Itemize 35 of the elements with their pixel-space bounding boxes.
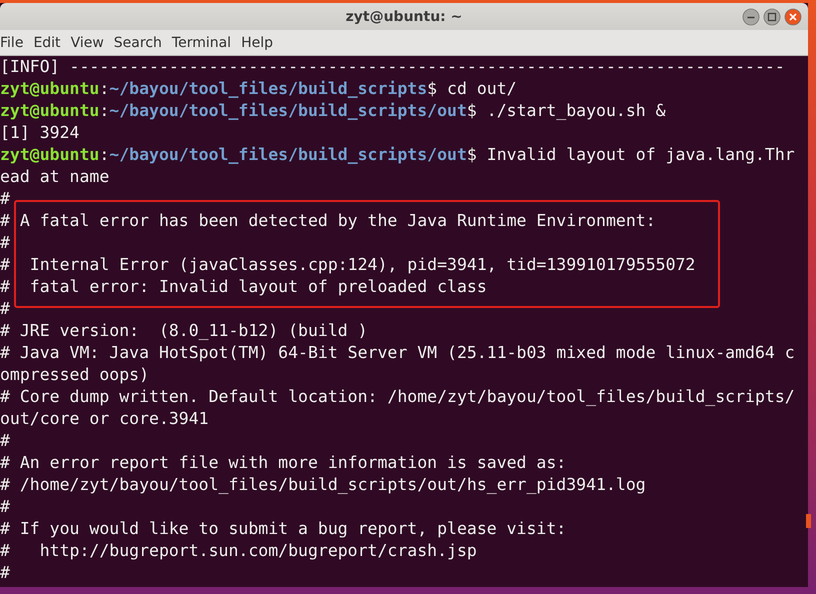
terminal-line: #: [0, 232, 11, 254]
terminal-line: [INFO] ------------------------------------------------------------------------: [0, 56, 786, 78]
terminal-line: # http://bugreport.sun.com/bugreport/crash.jsp: [0, 540, 478, 562]
terminal-line: # An error report file with more information is saved as:: [0, 452, 568, 474]
menu-item[interactable]: Edit: [33, 34, 70, 50]
terminal-line: #: [0, 188, 11, 210]
terminal-line: #: [0, 562, 11, 584]
terminal-line: #: [0, 298, 11, 320]
menu-item[interactable]: Help: [241, 34, 282, 50]
terminal-line: zyt@ubuntu:~/bayou/tool_files/build_scripts/out$ Invalid layout of java.lang.Thr: [0, 144, 796, 166]
terminal-line: zyt@ubuntu:~/bayou/tool_files/build_scripts/out$ ./start_bayou.sh &: [0, 100, 667, 122]
terminal-line: ead at name: [0, 166, 110, 188]
terminal-line: # JRE version: (8.0_11-b12) (build ): [0, 320, 369, 342]
terminal-line: ompressed oops): [0, 364, 150, 386]
terminal-line: zyt@ubuntu:~/bayou/tool_files/build_scripts$ cd out/: [0, 78, 518, 100]
menu-item[interactable]: Search: [114, 34, 171, 50]
menu-item[interactable]: View: [70, 34, 113, 50]
menu-item[interactable]: Terminal: [172, 34, 240, 50]
terminal-line: #: [0, 430, 11, 452]
maximize-icon[interactable]: [763, 8, 781, 26]
terminal-line: [1] 3924: [0, 122, 80, 144]
close-icon[interactable]: [784, 8, 802, 26]
terminal-line: # Internal Error (javaClasses.cpp:124), pid=3941, tid=139910179555072: [0, 254, 696, 276]
terminal-line: #: [0, 496, 11, 518]
scrollbar-thumb[interactable]: [806, 514, 811, 528]
terminal-line: # If you would like to submit a bug report, please visit:: [0, 518, 568, 540]
terminal-line: # Java VM: Java HotSpot(TM) 64-Bit Server VM (25.11-b03 mixed mode linux-amd64 c: [0, 342, 796, 364]
window-title: zyt@ubuntu: ~: [346, 8, 462, 24]
terminal-line: # fatal error: Invalid layout of preloaded class: [0, 276, 488, 298]
terminal-line: # Core dump written. Default location: /home/zyt/bayou/tool_files/build_scripts/: [0, 386, 796, 408]
terminal-line: out/core or core.3941: [0, 408, 210, 430]
terminal-line: # /home/zyt/bayou/tool_files/build_scripts/out/hs_err_pid3941.log: [0, 474, 647, 496]
menu-item[interactable]: File: [0, 34, 32, 50]
minimize-icon[interactable]: [742, 8, 760, 26]
terminal-line: # A fatal error has been detected by the Java Runtime Environment:: [0, 210, 657, 232]
